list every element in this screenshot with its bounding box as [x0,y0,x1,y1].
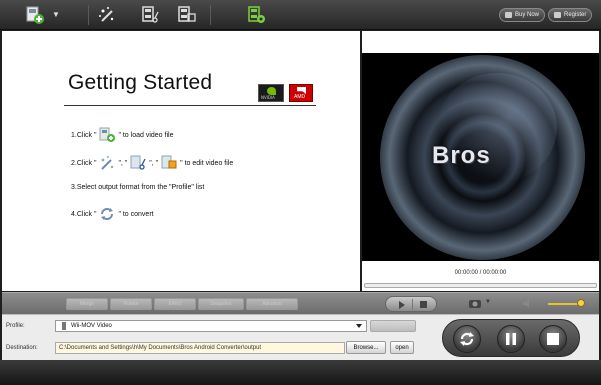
browse-button[interactable]: Browse... [346,341,386,354]
trim-button[interactable] [140,4,162,26]
film-gear-icon [248,6,265,23]
add-dropdown-chevron-icon[interactable]: ▼ [52,10,60,19]
step-3: 3.Select output format from the "Profile… [71,184,205,191]
video-preview: Bros [362,53,599,261]
toolbar-divider [210,5,211,25]
film-scissors-icon [130,155,146,170]
register-button[interactable]: Register [548,8,593,22]
register-label: Register [564,12,587,18]
volume-icon[interactable] [523,299,532,308]
film-crop-icon [161,155,177,169]
pause-convert-button[interactable] [497,325,525,353]
magic-wand-icon [99,7,114,22]
stop-icon [547,333,559,345]
effect-edit-button[interactable]: Effect [154,298,196,310]
app-window: ▼ Buy Now Register Getting Started NVIDI… [0,0,601,385]
play-icon[interactable] [398,301,406,309]
destination-field[interactable]: C:\Documents and Settings\h\My Documents… [55,342,345,354]
stop-icon[interactable] [420,301,427,308]
settings-button[interactable] [246,4,268,26]
effect-button[interactable] [96,4,118,26]
playback-info: 00:00:00 / 00:00:00 [362,261,599,291]
key-icon [554,12,561,18]
getting-started-title: Getting Started [68,71,213,94]
step-2: 2.Click " ", " ", " " to edit video file [71,155,233,171]
open-button[interactable]: open [390,341,414,354]
convert-controls [442,319,580,357]
playback-controls [385,296,437,312]
title-divider [64,105,316,106]
buy-now-button[interactable]: Buy Now [499,8,546,22]
output-settings: Profile: Wii-MOV Video Settings Destinat… [2,314,599,360]
device-icon [62,322,66,330]
add-video-icon [99,127,116,142]
amd-logo: AMD [289,84,313,102]
advance-button[interactable]: Advance [246,298,298,310]
pause-icon [506,333,516,345]
magic-wand-icon [101,156,114,170]
film-crop-icon [178,6,196,22]
camera-dropdown-chevron-icon[interactable]: ▼ [485,299,491,305]
profile-select[interactable]: Wii-MOV Video [55,320,367,332]
convert-icon [101,208,114,220]
nvidia-logo: NVIDIA [258,84,284,102]
profile-label: Profile: [6,323,25,329]
preview-top-margin [362,31,599,53]
snapshot-button[interactable]: Snapshot [198,298,244,310]
rotate-button[interactable]: Rotate [110,298,152,310]
buy-now-label: Buy Now [515,12,540,18]
top-toolbar: ▼ Buy Now Register [0,0,601,30]
profile-dropdown-chevron-icon[interactable] [356,324,362,328]
step-1: 1.Click " " to load video file [71,127,173,143]
getting-started-panel: Getting Started NVIDIA AMD 1.Click " " t… [2,31,360,291]
cart-icon [505,12,512,18]
time-display: 00:00:00 / 00:00:00 [454,270,507,276]
brand-text: Bros [432,142,491,169]
volume-knob[interactable] [577,299,585,307]
camera-snapshot-icon[interactable] [468,298,482,309]
toolbar-divider [88,5,89,25]
profile-settings-button[interactable]: Settings [370,320,416,332]
add-video-button[interactable] [24,4,46,26]
film-scissors-icon [142,6,159,23]
crop-button[interactable] [176,4,198,26]
control-strip: Merge Rotate Effect Snapshot Advance ▼ [2,292,599,314]
seek-bar[interactable] [364,283,597,288]
merge-button[interactable]: Merge [66,298,108,310]
destination-label: Destination: [6,345,38,351]
convert-button[interactable] [453,325,481,353]
convert-icon [460,332,474,346]
stop-convert-button[interactable] [539,325,567,353]
add-video-icon [26,6,44,24]
status-bar [0,360,601,385]
step-4: 4.Click " " to convert [71,206,154,222]
